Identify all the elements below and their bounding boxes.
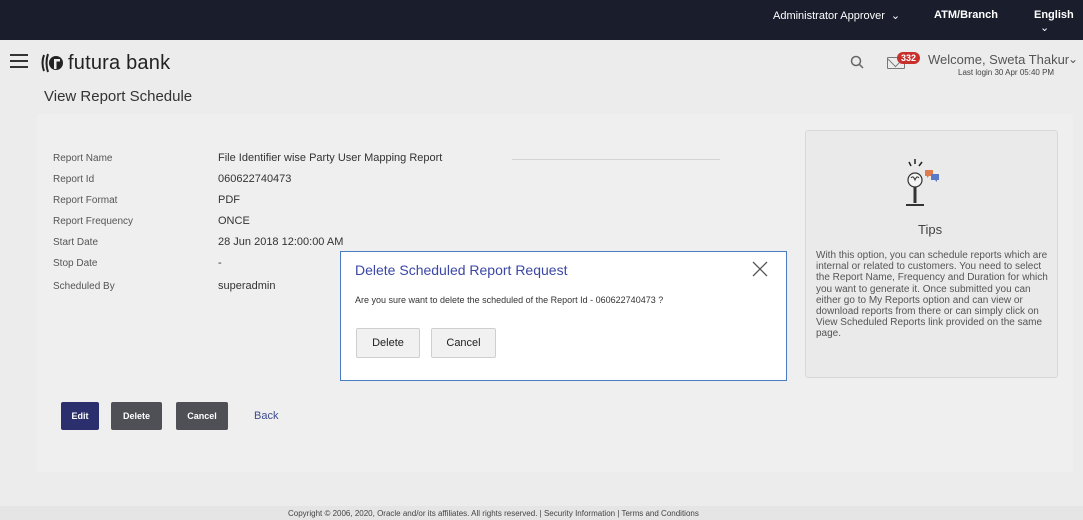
notification-badge[interactable]: 332 [897,52,921,64]
tips-title: Tips [918,222,943,237]
close-icon[interactable] [752,261,768,277]
value-report-id: 060622740473 [218,173,292,185]
label-report-format: Report Format [53,195,118,206]
brand-name: futura bank [68,51,171,74]
label-report-id: Report Id [53,174,95,185]
divider [512,159,720,160]
delete-confirmation-dialog: Delete Scheduled Report Request Are you … [340,251,787,381]
dialog-message: Are you sure want to delete the schedule… [355,295,664,305]
label-start-date: Start Date [53,237,99,248]
atm-branch-link[interactable]: ATM/Branch [934,9,998,21]
back-link[interactable]: Back [254,410,278,422]
edit-button[interactable]: Edit [61,402,99,430]
language-label: English [1034,9,1074,21]
value-stop-date: - [218,257,222,269]
role-label: Administrator Approver [773,10,885,22]
label-scheduled-by: Scheduled By [53,281,115,292]
chevron-down-icon: ⌄ [890,10,901,22]
cancel-button[interactable]: Cancel [176,402,228,430]
label-stop-date: Stop Date [53,258,98,269]
app-header: futura bank 332 Welcome, Sweta Thakur ⌄ … [0,40,1083,85]
tips-text: With this option, you can schedule repor… [816,250,1048,340]
value-report-format: PDF [218,194,240,206]
chevron-down-icon[interactable]: ⌄ [1068,52,1078,66]
brand-logo[interactable]: futura bank [40,50,170,76]
search-icon[interactable] [850,55,864,69]
language-selector[interactable]: English⌄ [1034,9,1083,34]
top-bar: Administrator Approver ⌄ ATM/Branch Engli… [0,0,1083,40]
value-scheduled-by: superadmin [218,280,276,292]
delete-button[interactable]: Delete [111,402,162,430]
value-start-date: 28 Jun 2018 12:00:00 AM [218,236,344,248]
value-report-frequency: ONCE [218,215,250,227]
page-title: View Report Schedule [44,88,193,105]
confirm-delete-button[interactable]: Delete [356,328,420,358]
label-report-frequency: Report Frequency [53,216,134,227]
last-login-text: Last login 30 Apr 05:40 PM [958,68,1055,77]
footer-text: Copyright © 2006, 2020, Oracle and/or it… [288,509,699,518]
role-selector[interactable]: Administrator Approver ⌄ [773,9,900,22]
chevron-down-icon: ⌄ [1040,22,1050,34]
welcome-text[interactable]: Welcome, Sweta Thakur [928,52,1069,67]
value-report-name: File Identifier wise Party User Mapping … [218,152,443,164]
label-report-name: Report Name [53,153,113,164]
lightbulb-icon [906,159,939,206]
dialog-cancel-button[interactable]: Cancel [431,328,496,358]
menu-icon[interactable] [10,54,28,68]
dialog-title: Delete Scheduled Report Request [355,262,568,278]
futura-logo-icon [41,53,63,73]
